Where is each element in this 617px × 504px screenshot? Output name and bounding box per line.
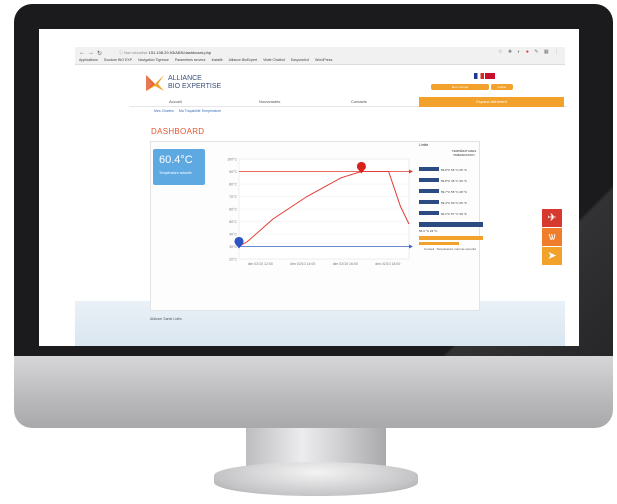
- sidebar-row-values: 59.9°C 56 °C 25 °C: [441, 168, 467, 172]
- y-tick-label: 100°C: [227, 158, 237, 162]
- y-tick-label: 30°C: [229, 245, 237, 249]
- temperature-chart: 100°C 90°C 80°C 70°C 60°C 50°C 40°C 30°C 20°C dim…: [217, 153, 417, 278]
- bookmark-item[interactable]: Visite Chatbot: [263, 58, 285, 62]
- sidebar-row: 59.7°C 55 °C 28 °C: [419, 189, 483, 194]
- sidebar-row-badge: [419, 167, 439, 171]
- sidebar-row-values: 59.7°C 55 °C 28 °C: [441, 190, 467, 194]
- floating-widgets: ✈ ѡ ➤: [542, 209, 562, 266]
- y-tick-label: 90°C: [229, 170, 237, 174]
- sidebar-row: 60.1°C 57 °C 39 °C: [419, 211, 483, 216]
- sidebar-row-values: 59.4°C 60 °C 25 °C: [441, 201, 467, 205]
- screen: ← → ↻ ⓘ Non sécurisé 151.108.29.93/ABS/d…: [39, 29, 579, 346]
- y-tick-label: 20°C: [229, 258, 237, 262]
- bookmarks-bar: Applications Soudure BIO EXP Navigation Ti…: [75, 57, 565, 64]
- y-tick-label: 40°C: [229, 233, 237, 237]
- sidebar-row-values: 59.8°C 45 °C 30 °C: [441, 179, 467, 183]
- address-bar[interactable]: ⓘ Non sécurisé 151.108.29.93/ABS/dashboa…: [119, 49, 429, 57]
- tab-accueil[interactable]: Accueil: [169, 99, 182, 104]
- logout-button[interactable]: Quitter: [491, 84, 513, 90]
- tab-contacts[interactable]: Contacts: [351, 99, 367, 104]
- grain-icon[interactable]: ѡ: [542, 228, 562, 246]
- browser-toolbar: ← → ↻ ⓘ Non sécurisé 151.108.29.93/ABS/d…: [75, 47, 565, 65]
- english-flag-icon[interactable]: [485, 73, 495, 79]
- sub-navigation: Mes Chartes Ma Traçabilité Température: [154, 109, 225, 113]
- bookmark-item[interactable]: Navigation Tigresse: [138, 58, 169, 62]
- x-tick-label: dim 02/10 14:00: [290, 262, 315, 266]
- monitor-mockup: ← → ↻ ⓘ Non sécurisé 151.108.29.93/ABS/d…: [0, 0, 617, 504]
- french-flag-icon[interactable]: [474, 73, 484, 79]
- sidebar-footer: 56.3 °C 24 °C: [419, 229, 438, 233]
- extension-icon: ●: [525, 49, 531, 55]
- plane-icon[interactable]: ✈: [542, 209, 562, 227]
- browser-extensions[interactable]: ☆ ✚ ◐ ● ✎ ▦ ⋮: [498, 49, 561, 55]
- current-temperature-card: 60.4°C Température actuelle: [153, 149, 205, 185]
- monitor-chin: [14, 356, 613, 428]
- sidebar-row-badge: [419, 178, 439, 182]
- account-button[interactable]: Mon compte: [431, 84, 489, 90]
- temperature-value: 60.4°C: [159, 154, 193, 166]
- bookmark-item[interactable]: Applications: [79, 58, 98, 62]
- sidebar-note: Conseil : Température maxi de sécurité: [424, 247, 476, 251]
- temperature-sidebar: Limite TEMPÉRATURES PRÉPARATION 59.9°C 5…: [419, 141, 483, 311]
- bookmark-item[interactable]: Installé: [212, 58, 223, 62]
- sidebar-row-badge: [419, 189, 439, 193]
- sidebar-action-button[interactable]: [419, 236, 483, 240]
- main-nav: Accueil Nouveautés Contacts Espace Adhér…: [129, 97, 567, 107]
- forward-arrow-icon[interactable]: →: [88, 50, 94, 56]
- monitor-neck: [246, 428, 386, 466]
- x-tick-label: dim 02/10 16:00: [333, 262, 358, 266]
- y-tick-label: 80°C: [229, 183, 237, 187]
- subnav-chartes[interactable]: Mes Chartes: [154, 109, 174, 113]
- chart-svg: 100°C 90°C 80°C 70°C 60°C 50°C 40°C 30°C 20°C dim…: [227, 158, 413, 266]
- bookmark-item[interactable]: Paramètres serveur: [175, 58, 206, 62]
- sidebar-secondary-button[interactable]: [419, 242, 459, 245]
- tab-nouveautes[interactable]: Nouveautés: [259, 99, 280, 104]
- subnav-tracabilite[interactable]: Ma Traçabilité Température: [179, 109, 221, 113]
- sidebar-bar: [419, 222, 483, 227]
- sidebar-row: 59.8°C 45 °C 30 °C: [419, 178, 483, 183]
- y-tick-label: 50°C: [229, 220, 237, 224]
- back-arrow-icon[interactable]: ←: [79, 50, 85, 56]
- sidebar-limit-label: Limite: [419, 143, 429, 147]
- url-security: ⓘ Non sécurisé: [119, 50, 148, 55]
- x-tick-label: dim 02/10 18:00: [375, 262, 400, 266]
- language-switcher[interactable]: [473, 73, 495, 81]
- bookmark-item[interactable]: Easycontrol: [291, 58, 309, 62]
- arrow-icon[interactable]: ➤: [542, 247, 562, 265]
- sidebar-row-values: 60.1°C 57 °C 39 °C: [441, 212, 467, 216]
- page-title: DASHBOARD: [151, 127, 205, 136]
- threshold-arrow-max: [409, 169, 413, 174]
- bookmark-item[interactable]: WordPress: [315, 58, 332, 62]
- x-tick-label: dim 02/10 12:00: [248, 262, 273, 266]
- brand-line1: ALLIANCE: [168, 75, 202, 82]
- brand-line2: BIO EXPERTISE: [168, 83, 222, 90]
- bookmark-item[interactable]: Soudure BIO EXP: [104, 58, 132, 62]
- y-tick-label: 60°C: [229, 208, 237, 212]
- sidebar-row: 59.4°C 60 °C 25 °C: [419, 200, 483, 205]
- alliance-logo-icon: [146, 75, 164, 91]
- reload-icon[interactable]: ↻: [97, 50, 102, 57]
- tab-espace-adherent[interactable]: Espace Adhérent: [419, 97, 564, 107]
- sidebar-heading: TEMPÉRATURES PRÉPARATION: [451, 149, 477, 157]
- threshold-arrow-min: [409, 244, 413, 249]
- sidebar-row: 59.9°C 56 °C 25 °C: [419, 167, 483, 172]
- temperature-label: Température actuelle: [159, 171, 192, 175]
- sidebar-row-badge: [419, 200, 439, 204]
- y-tick-label: 70°C: [229, 195, 237, 199]
- monitor-stand: [214, 462, 418, 496]
- url-value: 151.108.29.93/ABS/dashboard.php: [148, 50, 212, 55]
- page-footer: Alliance Santé Lidés: [150, 317, 182, 321]
- bookmark-item[interactable]: Alliance BioExpert: [229, 58, 257, 62]
- sidebar-row-badge: [419, 211, 439, 215]
